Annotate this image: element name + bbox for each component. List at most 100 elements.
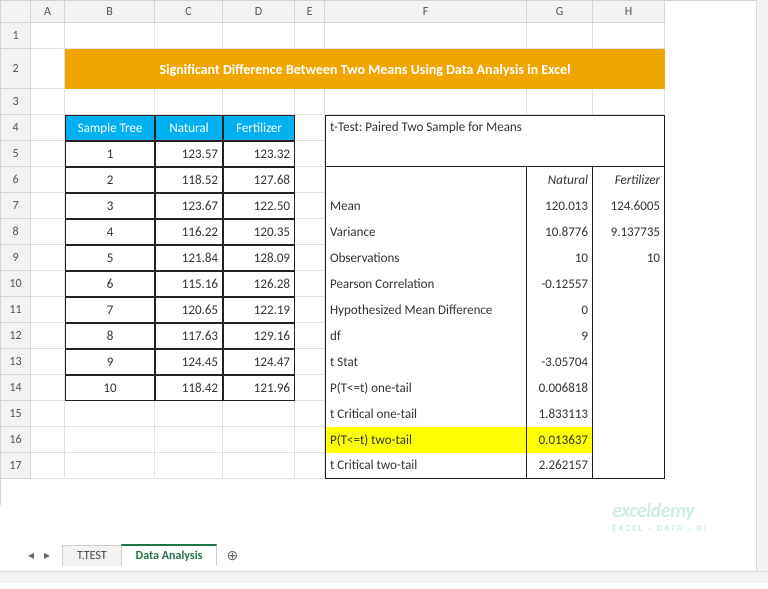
cell[interactable] xyxy=(527,23,593,49)
ttest-label: t Critical two-tail xyxy=(325,453,527,479)
cell[interactable] xyxy=(295,141,325,167)
cell[interactable] xyxy=(295,245,325,271)
cell[interactable] xyxy=(295,323,325,349)
cell[interactable] xyxy=(31,401,65,427)
table-cell-natural: 123.57 xyxy=(155,141,223,167)
column-header[interactable]: A xyxy=(31,1,65,23)
ttest-value xyxy=(593,453,665,479)
cell[interactable] xyxy=(295,297,325,323)
row-header[interactable]: 12 xyxy=(1,323,31,349)
cell[interactable] xyxy=(295,89,325,115)
row-header[interactable]: 1 xyxy=(1,23,31,49)
tab-next-icon[interactable]: ▸ xyxy=(40,548,54,563)
row-header[interactable]: 3 xyxy=(1,89,31,115)
ttest-value xyxy=(593,401,665,427)
column-header[interactable]: F xyxy=(325,1,527,23)
ttest-value xyxy=(593,297,665,323)
add-sheet-button[interactable]: ⊕ xyxy=(216,547,248,564)
cell[interactable] xyxy=(31,427,65,453)
cell[interactable] xyxy=(155,89,223,115)
cell[interactable] xyxy=(31,115,65,141)
row-header[interactable]: 6 xyxy=(1,167,31,193)
row-header[interactable]: 10 xyxy=(1,271,31,297)
table-cell-fertilizer: 129.16 xyxy=(223,323,295,349)
row-header[interactable]: 11 xyxy=(1,297,31,323)
column-header[interactable]: D xyxy=(223,1,295,23)
row-header[interactable]: 5 xyxy=(1,141,31,167)
cell[interactable] xyxy=(65,23,155,49)
table-header: Natural xyxy=(155,115,223,141)
cell[interactable] xyxy=(593,23,665,49)
cell[interactable] xyxy=(295,193,325,219)
row-header[interactable]: 2 xyxy=(1,49,31,89)
cell[interactable] xyxy=(155,427,223,453)
cell[interactable] xyxy=(31,49,65,89)
ttest-label: P(T<=t) two-tail xyxy=(325,427,527,453)
row-header[interactable]: 17 xyxy=(1,453,31,479)
cell[interactable] xyxy=(527,89,593,115)
column-header[interactable]: G xyxy=(527,1,593,23)
tab-data-analysis[interactable]: Data Analysis xyxy=(121,544,218,566)
row-header[interactable]: 9 xyxy=(1,245,31,271)
cell[interactable] xyxy=(223,401,295,427)
cell[interactable] xyxy=(295,453,325,479)
cell[interactable] xyxy=(325,23,527,49)
column-header[interactable]: H xyxy=(593,1,665,23)
select-all-corner[interactable] xyxy=(1,1,31,23)
cell[interactable] xyxy=(31,271,65,297)
row-header[interactable]: 15 xyxy=(1,401,31,427)
cell[interactable] xyxy=(325,89,527,115)
cell[interactable] xyxy=(65,89,155,115)
spreadsheet-grid[interactable]: ABCDEFGH12Significant Difference Between… xyxy=(0,0,768,505)
row-header[interactable]: 4 xyxy=(1,115,31,141)
cell[interactable] xyxy=(31,323,65,349)
cell[interactable] xyxy=(65,453,155,479)
cell[interactable] xyxy=(295,167,325,193)
horizontal-scrollbar[interactable] xyxy=(0,571,768,583)
cell[interactable] xyxy=(155,401,223,427)
ttest-value: 0.013637 xyxy=(527,427,593,453)
cell[interactable] xyxy=(295,427,325,453)
cell[interactable] xyxy=(295,115,325,141)
cell[interactable] xyxy=(295,23,325,49)
row-header[interactable]: 7 xyxy=(1,193,31,219)
cell[interactable] xyxy=(295,375,325,401)
cell[interactable] xyxy=(31,89,65,115)
column-header[interactable]: B xyxy=(65,1,155,23)
vertical-scrollbar[interactable] xyxy=(756,0,768,571)
row-header[interactable]: 8 xyxy=(1,219,31,245)
cell[interactable] xyxy=(295,219,325,245)
table-cell-sample: 4 xyxy=(65,219,155,245)
column-header[interactable]: E xyxy=(295,1,325,23)
cell[interactable] xyxy=(31,167,65,193)
cell[interactable] xyxy=(223,453,295,479)
cell[interactable] xyxy=(65,427,155,453)
cell[interactable] xyxy=(31,193,65,219)
tab-nav-arrows[interactable]: ◂ ▸ xyxy=(24,548,62,563)
tab-ttest[interactable]: T.TEST xyxy=(62,545,122,566)
cell[interactable] xyxy=(223,427,295,453)
row-header[interactable]: 13 xyxy=(1,349,31,375)
cell[interactable] xyxy=(295,271,325,297)
column-header[interactable]: C xyxy=(155,1,223,23)
cell[interactable] xyxy=(295,401,325,427)
tab-prev-icon[interactable]: ◂ xyxy=(24,548,38,563)
cell[interactable] xyxy=(31,297,65,323)
cell[interactable] xyxy=(31,141,65,167)
cell[interactable] xyxy=(223,23,295,49)
table-cell-fertilizer: 120.35 xyxy=(223,219,295,245)
cell[interactable] xyxy=(65,401,155,427)
cell[interactable] xyxy=(31,453,65,479)
cell[interactable] xyxy=(155,453,223,479)
cell[interactable] xyxy=(223,89,295,115)
row-header[interactable]: 16 xyxy=(1,427,31,453)
cell[interactable] xyxy=(593,89,665,115)
cell[interactable] xyxy=(31,375,65,401)
cell[interactable] xyxy=(31,219,65,245)
cell[interactable] xyxy=(31,23,65,49)
row-header[interactable]: 14 xyxy=(1,375,31,401)
cell[interactable] xyxy=(31,349,65,375)
cell[interactable] xyxy=(295,349,325,375)
cell[interactable] xyxy=(155,23,223,49)
cell[interactable] xyxy=(31,245,65,271)
